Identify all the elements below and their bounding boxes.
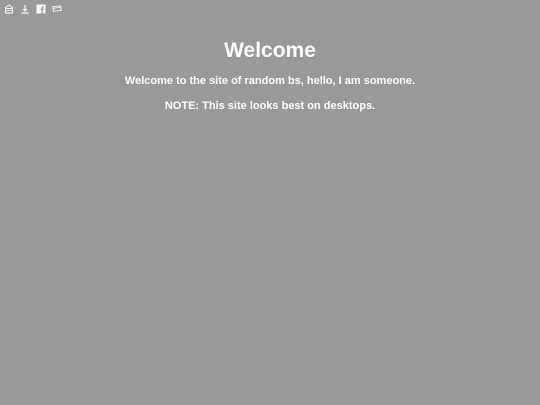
page-title: Welcome <box>224 39 316 62</box>
home-icon[interactable] <box>4 4 14 14</box>
toolbar <box>4 4 62 14</box>
main-content: Welcome Welcome to the site of random bs… <box>0 38 540 113</box>
stack-icon[interactable] <box>52 4 62 14</box>
page: Welcome Welcome to the site of random bs… <box>0 0 540 405</box>
intro-text: Welcome to the site of random bs, hello,… <box>124 75 416 87</box>
download-icon[interactable] <box>20 4 30 14</box>
facebook-icon[interactable] <box>36 4 46 14</box>
note-text: NOTE: This site looks best on desktops. <box>164 100 376 112</box>
